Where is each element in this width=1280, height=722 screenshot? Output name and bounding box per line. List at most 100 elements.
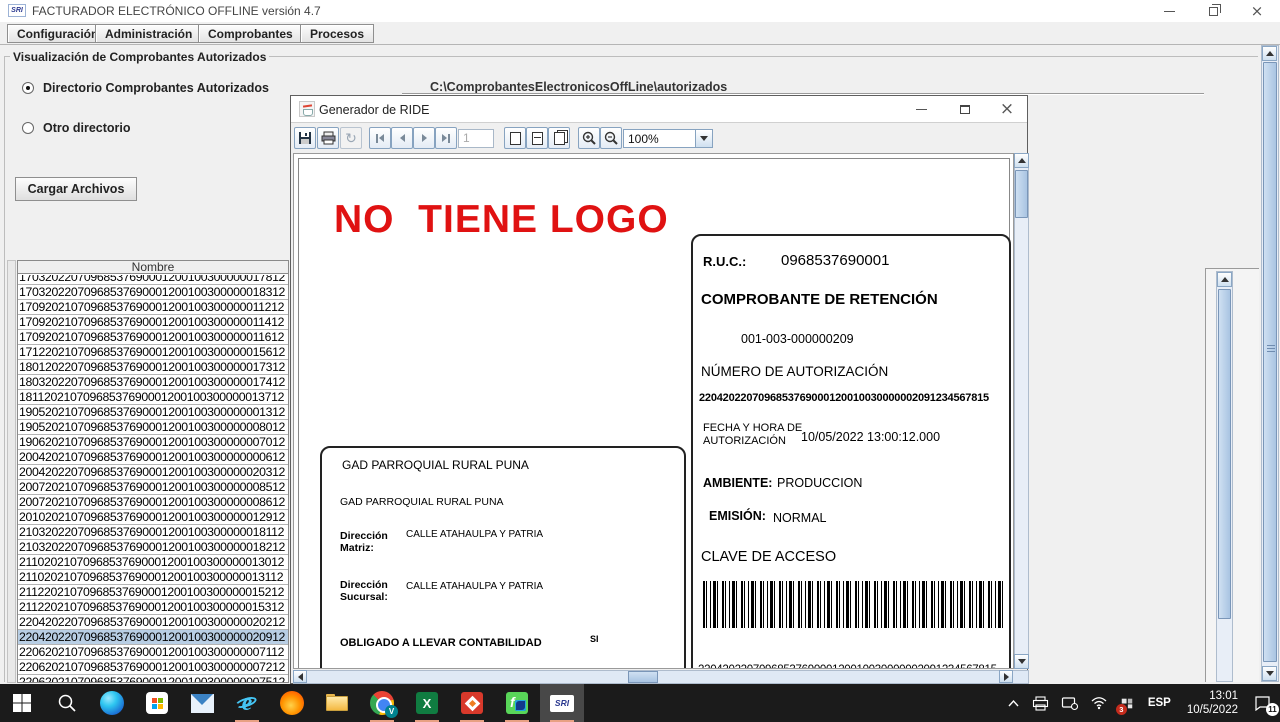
taskbar-edge-button[interactable] [90, 684, 134, 722]
table-row[interactable]: 1906202107096853769000120010030000000701… [18, 435, 289, 450]
zoom-in-button[interactable] [578, 127, 600, 149]
tray-language-indicator[interactable]: ESP [1140, 697, 1179, 709]
table-row[interactable]: 2204202207096853769000120010030000002021… [18, 615, 289, 630]
dialog-maximize-button[interactable] [957, 101, 973, 117]
scroll-right-icon[interactable] [999, 670, 1013, 683]
table-row[interactable]: 1709202107096853769000120010030000001141… [18, 315, 289, 330]
scroll-left-icon[interactable] [293, 670, 307, 683]
table-row[interactable]: 1801202207096853769000120010030000001731… [18, 360, 289, 375]
taskbar-chrome-button[interactable]: V [360, 684, 404, 722]
scroll-up-icon[interactable] [1262, 46, 1277, 61]
main-close-button[interactable]: × [1240, 0, 1274, 22]
table-row[interactable]: 2206202107096853769000120010030000000751… [18, 675, 289, 683]
tray-wifi-icon[interactable] [1084, 684, 1114, 722]
main-minimize-button[interactable] [1152, 0, 1186, 22]
ride-document-viewer[interactable]: NO TIENE LOGO R.U.C.: 0968537690001 COMP… [293, 153, 1014, 669]
menu-comprobantes[interactable]: Comprobantes [198, 24, 303, 43]
table-row[interactable]: 2206202107096853769000120010030000000711… [18, 645, 289, 660]
table-row[interactable]: 2004202107096853769000120010030000000061… [18, 450, 289, 465]
tray-chevron-up-icon[interactable] [1001, 684, 1026, 722]
table-row[interactable]: 2206202107096853769000120010030000000721… [18, 660, 289, 675]
radio-directorio-autorizados[interactable]: Directorio Comprobantes Autorizados [22, 81, 269, 95]
refresh-button[interactable]: ↻ [340, 127, 362, 149]
table-row[interactable]: 2110202107096853769000120010030000001311… [18, 570, 289, 585]
dialog-minimize-button[interactable] [913, 101, 929, 117]
fit-width-button[interactable] [548, 127, 570, 149]
menu-administracion[interactable]: Administración [95, 24, 202, 43]
ie-icon: e [235, 691, 259, 715]
table-row[interactable]: 1905202107096853769000120010030000000131… [18, 405, 289, 420]
table-row[interactable]: 1703202207096853769000120010030000001831… [18, 285, 289, 300]
scroll-up-icon[interactable] [1014, 153, 1029, 168]
table-row[interactable]: 2010202107096853769000120010030000001291… [18, 510, 289, 525]
radio-button-unchecked-icon[interactable] [22, 122, 34, 134]
zoom-out-button[interactable] [600, 127, 622, 149]
main-restore-button[interactable] [1196, 0, 1230, 22]
table-row[interactable]: 1709202107096853769000120010030000001161… [18, 330, 289, 345]
fit-page-button[interactable] [526, 127, 548, 149]
zoom-level-combobox[interactable]: 100% [623, 129, 713, 148]
taskbar-firefox-button[interactable] [270, 684, 314, 722]
last-page-button[interactable] [435, 127, 457, 149]
taskbar-factgreen-button[interactable]: f [495, 684, 539, 722]
scroll-down-icon[interactable] [1014, 654, 1029, 669]
scrollbar-thumb[interactable] [628, 671, 658, 683]
menu-configuracion[interactable]: Configuración [7, 24, 108, 43]
table-row[interactable]: 1712202107096853769000120010030000001561… [18, 345, 289, 360]
save-button[interactable] [294, 127, 316, 149]
page-number-input[interactable]: 1 [458, 129, 494, 148]
tray-display-icon[interactable] [1055, 684, 1084, 722]
taskbar-sri-button[interactable]: SRI [540, 684, 584, 722]
table-row[interactable]: 1811202107096853769000120010030000001371… [18, 390, 289, 405]
table-row[interactable]: 1803202207096853769000120010030000001741… [18, 375, 289, 390]
viewer-horizontal-scrollbar[interactable] [293, 670, 1029, 684]
right-panel-vertical-scrollbar[interactable] [1216, 271, 1233, 682]
table-header-nombre[interactable]: Nombre [18, 261, 288, 274]
notification-center-icon[interactable]: 11 [1246, 684, 1280, 722]
print-button[interactable] [317, 127, 339, 149]
taskbar-ie-button[interactable]: e [225, 684, 269, 722]
cargar-archivos-button[interactable]: Cargar Archivos [15, 177, 137, 201]
table-row[interactable]: 2004202207096853769000120010030000002031… [18, 465, 289, 480]
actual-size-button[interactable] [504, 127, 526, 149]
table-row[interactable]: 1703202207096853769000120010030000001781… [18, 275, 289, 285]
table-row[interactable]: 2112202107096853769000120010030000001521… [18, 585, 289, 600]
previous-page-button[interactable] [391, 127, 413, 149]
dialog-title-bar[interactable]: Generador de RIDE × [291, 96, 1027, 123]
tray-clock[interactable]: 13:01 10/5/2022 [1179, 689, 1246, 717]
first-page-button[interactable] [369, 127, 391, 149]
scroll-up-icon[interactable] [1217, 272, 1232, 287]
taskbar-mail-button[interactable] [180, 684, 224, 722]
table-row[interactable]: 2112202107096853769000120010030000001531… [18, 600, 289, 615]
table-row-selected[interactable]: 2204202207096853769000120010030000002091… [18, 630, 289, 645]
menu-procesos[interactable]: Procesos [300, 24, 374, 43]
scroll-down-icon[interactable] [1262, 666, 1277, 681]
taskbar-store-button[interactable] [135, 684, 179, 722]
notification-count-badge: 11 [1266, 703, 1279, 716]
dialog-close-button[interactable]: × [999, 101, 1015, 117]
table-row[interactable]: 2103202207096853769000120010030000001811… [18, 525, 289, 540]
table-row[interactable]: 2007202107096853769000120010030000000851… [18, 480, 289, 495]
table-row[interactable]: 2110202107096853769000120010030000001301… [18, 555, 289, 570]
scrollbar-thumb[interactable] [1015, 170, 1028, 218]
list-left-scroll-strip[interactable] [7, 260, 16, 683]
table-row[interactable]: 2007202107096853769000120010030000000861… [18, 495, 289, 510]
taskbar-folder-file-explorer-button[interactable] [315, 684, 359, 722]
table-row[interactable]: 1905202107096853769000120010030000000801… [18, 420, 289, 435]
radio-otro-directorio[interactable]: Otro directorio [22, 121, 131, 135]
tray-app-update-icon[interactable]: 3 [1114, 684, 1140, 722]
scrollbar-thumb[interactable] [1218, 289, 1231, 619]
taskbar-reddiamond-button[interactable] [450, 684, 494, 722]
table-row[interactable]: 1709202107096853769000120010030000001121… [18, 300, 289, 315]
viewer-vertical-scrollbar[interactable] [1014, 153, 1029, 669]
radio-button-checked-icon[interactable] [22, 82, 34, 94]
next-page-button[interactable] [413, 127, 435, 149]
chevron-down-icon[interactable] [695, 130, 712, 147]
taskbar-start-button[interactable] [0, 684, 44, 722]
main-vertical-scrollbar[interactable] [1261, 45, 1279, 682]
taskbar-search-button[interactable] [45, 684, 89, 722]
scrollbar-thumb[interactable] [1263, 62, 1277, 662]
tray-printer-icon[interactable] [1026, 684, 1055, 722]
taskbar-excel-button[interactable]: X [405, 684, 449, 722]
table-row[interactable]: 2103202207096853769000120010030000001821… [18, 540, 289, 555]
